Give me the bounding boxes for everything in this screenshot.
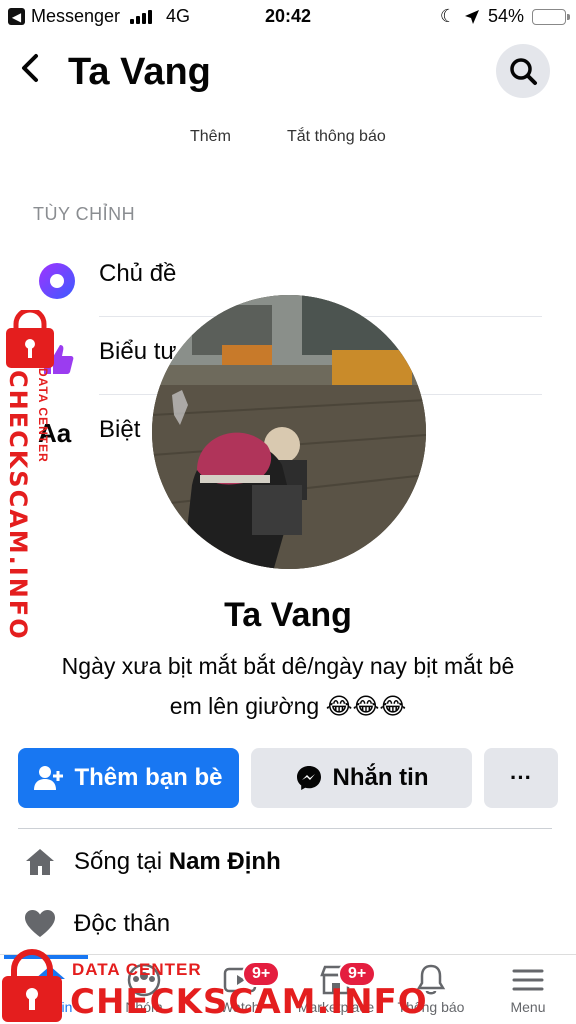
more-icon: ··· bbox=[510, 765, 532, 790]
theme-icon bbox=[39, 263, 75, 299]
add-user-icon bbox=[34, 766, 64, 790]
nav-label: Menu bbox=[510, 999, 546, 1015]
watermark-subtext: DATA CENTER bbox=[36, 368, 50, 463]
chevron-left-icon bbox=[22, 54, 38, 82]
status-bar: ◀ Messenger 4G 20:42 ☾ 54% bbox=[0, 0, 576, 34]
setting-label: Chủ đề bbox=[99, 260, 177, 287]
battery-icon bbox=[532, 8, 570, 25]
heart-icon bbox=[25, 910, 55, 937]
header: Ta Vang bbox=[0, 40, 576, 104]
search-icon bbox=[510, 58, 537, 85]
lives-prefix: Sống tại bbox=[74, 848, 169, 875]
battery-percent: 54% bbox=[487, 6, 524, 26]
message-button[interactable]: Nhắn tin bbox=[251, 748, 472, 808]
back-button[interactable] bbox=[18, 50, 42, 94]
profile-bio: Ngày xưa bịt mắt bắt dê/ngày nay bịt mắt… bbox=[24, 646, 552, 726]
section-label: TÙY CHỈNH bbox=[33, 204, 136, 224]
watermark-text: CHECKSCAM.INFO bbox=[4, 370, 32, 641]
lives-place[interactable]: Nam Định bbox=[169, 848, 281, 875]
status-right: ☾ 54% bbox=[439, 6, 570, 27]
messenger-icon bbox=[296, 766, 321, 790]
home-icon bbox=[26, 849, 54, 875]
more-options-button[interactable]: ··· bbox=[484, 748, 558, 808]
hamburger-icon bbox=[512, 969, 544, 991]
more-action-label[interactable]: Thêm bbox=[190, 128, 231, 146]
message-label: Nhắn tin bbox=[332, 764, 429, 791]
bio-line: Ngày xưa bịt mắt bắt dê/ngày nay bịt mắt… bbox=[61, 653, 515, 679]
relationship-text: Độc thân bbox=[74, 910, 171, 937]
nav-menu[interactable]: Menu bbox=[478, 959, 576, 1024]
info-lives-in: Sống tại Nam Định bbox=[0, 840, 576, 890]
location-arrow-icon bbox=[464, 9, 479, 24]
watermark-text: CHECKSCAM.INFO bbox=[70, 982, 428, 1022]
profile-name: Ta Vang bbox=[224, 596, 352, 634]
bio-line: em lên giường 😂😂😂 bbox=[169, 693, 407, 719]
page-title: Ta Vang bbox=[68, 51, 211, 93]
add-friend-button[interactable]: Thêm bạn bè bbox=[18, 748, 239, 808]
mute-action-label[interactable]: Tắt thông báo bbox=[287, 128, 386, 146]
info-relationship: Độc thân bbox=[0, 902, 576, 952]
moon-icon: ☾ bbox=[439, 6, 456, 26]
setting-label: Biệt bbox=[99, 416, 141, 443]
divider bbox=[18, 828, 552, 829]
avatar-game-scene-image bbox=[152, 295, 426, 569]
setting-label: Biểu tư bbox=[99, 338, 177, 365]
search-button[interactable] bbox=[496, 44, 550, 98]
add-friend-label: Thêm bạn bè bbox=[74, 764, 223, 791]
avatar[interactable] bbox=[152, 295, 426, 569]
watermark-subtext: DATA CENTER bbox=[72, 960, 202, 979]
